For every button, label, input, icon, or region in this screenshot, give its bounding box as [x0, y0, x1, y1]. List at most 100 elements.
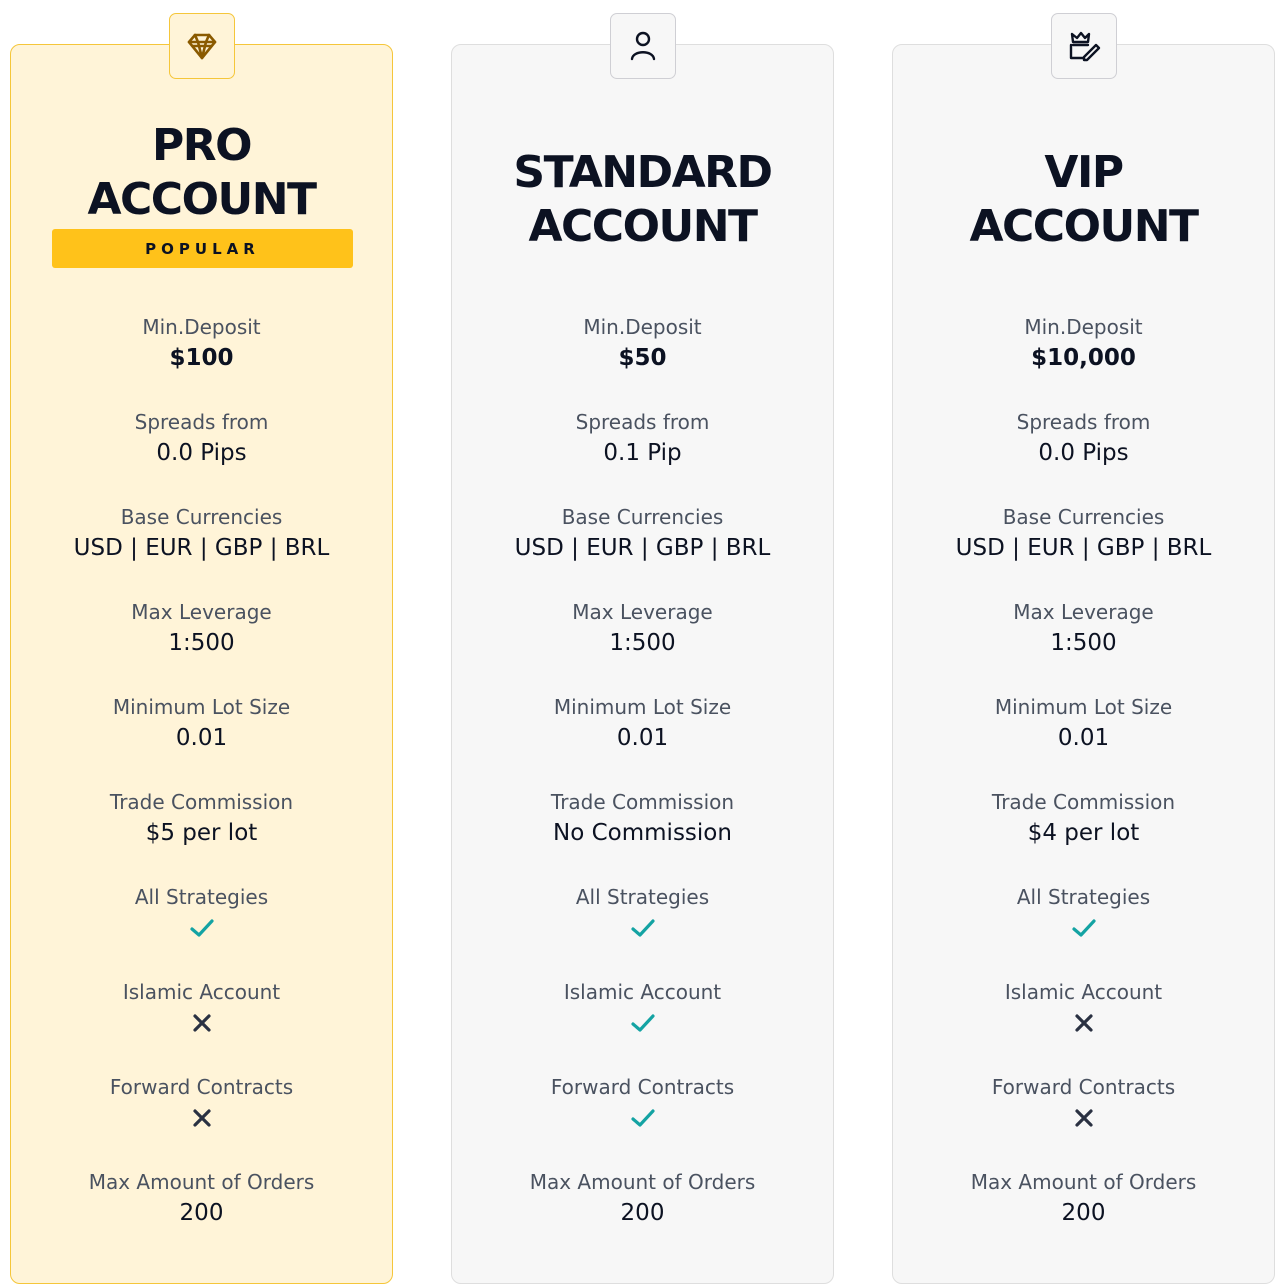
check-icon	[452, 1101, 833, 1135]
feature-label: Minimum Lot Size	[553, 695, 732, 719]
feature-row: Max Leverage 1:500	[11, 598, 392, 693]
feature-label: Spreads from	[134, 410, 269, 434]
feature-row: Min.Deposit $50	[452, 313, 833, 408]
feature-label: Forward Contracts	[109, 1075, 294, 1099]
feature-row: Forward Contracts	[11, 1073, 392, 1168]
feature-value: USD | EUR | GBP | BRL	[73, 535, 330, 561]
card-title: STANDARD ACCOUNT	[513, 147, 773, 252]
cross-icon	[11, 1101, 392, 1135]
feature-value: USD | EUR | GBP | BRL	[514, 535, 771, 561]
feature-value: 0.01	[1057, 725, 1110, 751]
feature-value: 200	[620, 1200, 665, 1226]
feature-row: Base Currencies USD | EUR | GBP | BRL	[893, 503, 1274, 598]
feature-value: 0.01	[616, 725, 669, 751]
feature-value: $10,000	[1031, 345, 1136, 371]
feature-label: Base Currencies	[561, 505, 724, 529]
feature-value: $5 per lot	[145, 820, 258, 846]
feature-row: Trade Commission No Commission	[452, 788, 833, 883]
feature-label: Trade Commission	[109, 790, 294, 814]
feature-list: Min.Deposit $100 Spreads from 0.0 Pips Base …	[11, 313, 392, 1263]
feature-row: Spreads from 0.1 Pip	[452, 408, 833, 503]
feature-value: 0.0 Pips	[1038, 440, 1129, 466]
feature-label: Forward Contracts	[550, 1075, 735, 1099]
feature-list: Min.Deposit $10,000 Spreads from 0.0 Pips Ba…	[893, 313, 1274, 1263]
card-title: VIP ACCOUNT	[969, 147, 1199, 252]
account-card-pro[interactable]: PRO ACCOUNT POPULAR Min.Deposit $100 Sprea…	[10, 13, 393, 1284]
feature-row: Base Currencies USD | EUR | GBP | BRL	[452, 503, 833, 598]
feature-row: Min.Deposit $10,000	[893, 313, 1274, 408]
feature-label: Min.Deposit	[583, 315, 702, 339]
feature-label: Max Amount of Orders	[88, 1170, 315, 1194]
feature-row: Trade Commission $5 per lot	[11, 788, 392, 883]
feature-label: Forward Contracts	[991, 1075, 1176, 1099]
feature-row: Minimum Lot Size 0.01	[893, 693, 1274, 788]
feature-list: Min.Deposit $50 Spreads from 0.1 Pip Base Cu…	[452, 313, 833, 1263]
check-icon	[11, 911, 392, 945]
feature-value: $50	[618, 345, 667, 371]
feature-label: Islamic Account	[563, 980, 722, 1004]
feature-label: Islamic Account	[1004, 980, 1163, 1004]
feature-value: 1:500	[609, 630, 676, 656]
diamond-icon	[169, 13, 235, 79]
check-icon	[452, 1006, 833, 1040]
feature-row: Trade Commission $4 per lot	[893, 788, 1274, 883]
feature-value: 0.1 Pip	[603, 440, 682, 466]
feature-value: $4 per lot	[1027, 820, 1140, 846]
feature-row: Minimum Lot Size 0.01	[452, 693, 833, 788]
feature-row: Islamic Account	[893, 978, 1274, 1073]
feature-label: Max Leverage	[572, 600, 713, 624]
feature-label: Minimum Lot Size	[994, 695, 1173, 719]
feature-row: Islamic Account	[11, 978, 392, 1073]
feature-row: Max Amount of Orders 200	[11, 1168, 392, 1263]
feature-row: Forward Contracts	[452, 1073, 833, 1168]
feature-label: Trade Commission	[991, 790, 1176, 814]
feature-label: All Strategies	[1016, 885, 1151, 909]
feature-label: Islamic Account	[122, 980, 281, 1004]
feature-row: Max Leverage 1:500	[893, 598, 1274, 693]
feature-label: Max Amount of Orders	[529, 1170, 756, 1194]
feature-value: 0.01	[175, 725, 228, 751]
cross-icon	[893, 1006, 1274, 1040]
feature-row: Max Amount of Orders 200	[893, 1168, 1274, 1263]
account-card-vip[interactable]: VIP ACCOUNT Min.Deposit $10,000 Spreads fr…	[892, 13, 1275, 1284]
feature-row: Max Leverage 1:500	[452, 598, 833, 693]
feature-label: All Strategies	[575, 885, 710, 909]
check-icon	[452, 911, 833, 945]
check-icon	[893, 911, 1274, 945]
card-title: PRO ACCOUNT	[87, 120, 317, 225]
feature-label: Spreads from	[575, 410, 710, 434]
feature-row: Forward Contracts	[893, 1073, 1274, 1168]
feature-label: Minimum Lot Size	[112, 695, 291, 719]
feature-label: Base Currencies	[1002, 505, 1165, 529]
user-icon	[610, 13, 676, 79]
feature-value: No Commission	[553, 820, 732, 846]
feature-label: Trade Commission	[550, 790, 735, 814]
feature-value: 0.0 Pips	[156, 440, 247, 466]
feature-label: Max Amount of Orders	[970, 1170, 1197, 1194]
feature-row: All Strategies	[11, 883, 392, 978]
feature-label: Spreads from	[1016, 410, 1151, 434]
feature-row: Spreads from 0.0 Pips	[893, 408, 1274, 503]
feature-row: All Strategies	[893, 883, 1274, 978]
popular-badge: POPULAR	[52, 229, 353, 268]
feature-row: Base Currencies USD | EUR | GBP | BRL	[11, 503, 392, 598]
feature-row: All Strategies	[452, 883, 833, 978]
feature-row: Min.Deposit $100	[11, 313, 392, 408]
feature-label: Min.Deposit	[142, 315, 261, 339]
feature-label: All Strategies	[134, 885, 269, 909]
feature-label: Max Leverage	[131, 600, 272, 624]
feature-row: Max Amount of Orders 200	[452, 1168, 833, 1263]
feature-label: Min.Deposit	[1024, 315, 1143, 339]
crown-edit-icon	[1051, 13, 1117, 79]
feature-value: 1:500	[168, 630, 235, 656]
feature-row: Islamic Account	[452, 978, 833, 1073]
feature-label: Base Currencies	[120, 505, 283, 529]
feature-value: 200	[1061, 1200, 1106, 1226]
feature-value: 200	[179, 1200, 224, 1226]
feature-row: Minimum Lot Size 0.01	[11, 693, 392, 788]
feature-value: $100	[169, 345, 234, 371]
cross-icon	[11, 1006, 392, 1040]
feature-row: Spreads from 0.0 Pips	[11, 408, 392, 503]
account-card-standard[interactable]: STANDARD ACCOUNT Min.Deposit $50 Spreads f…	[451, 13, 834, 1284]
feature-label: Max Leverage	[1013, 600, 1154, 624]
